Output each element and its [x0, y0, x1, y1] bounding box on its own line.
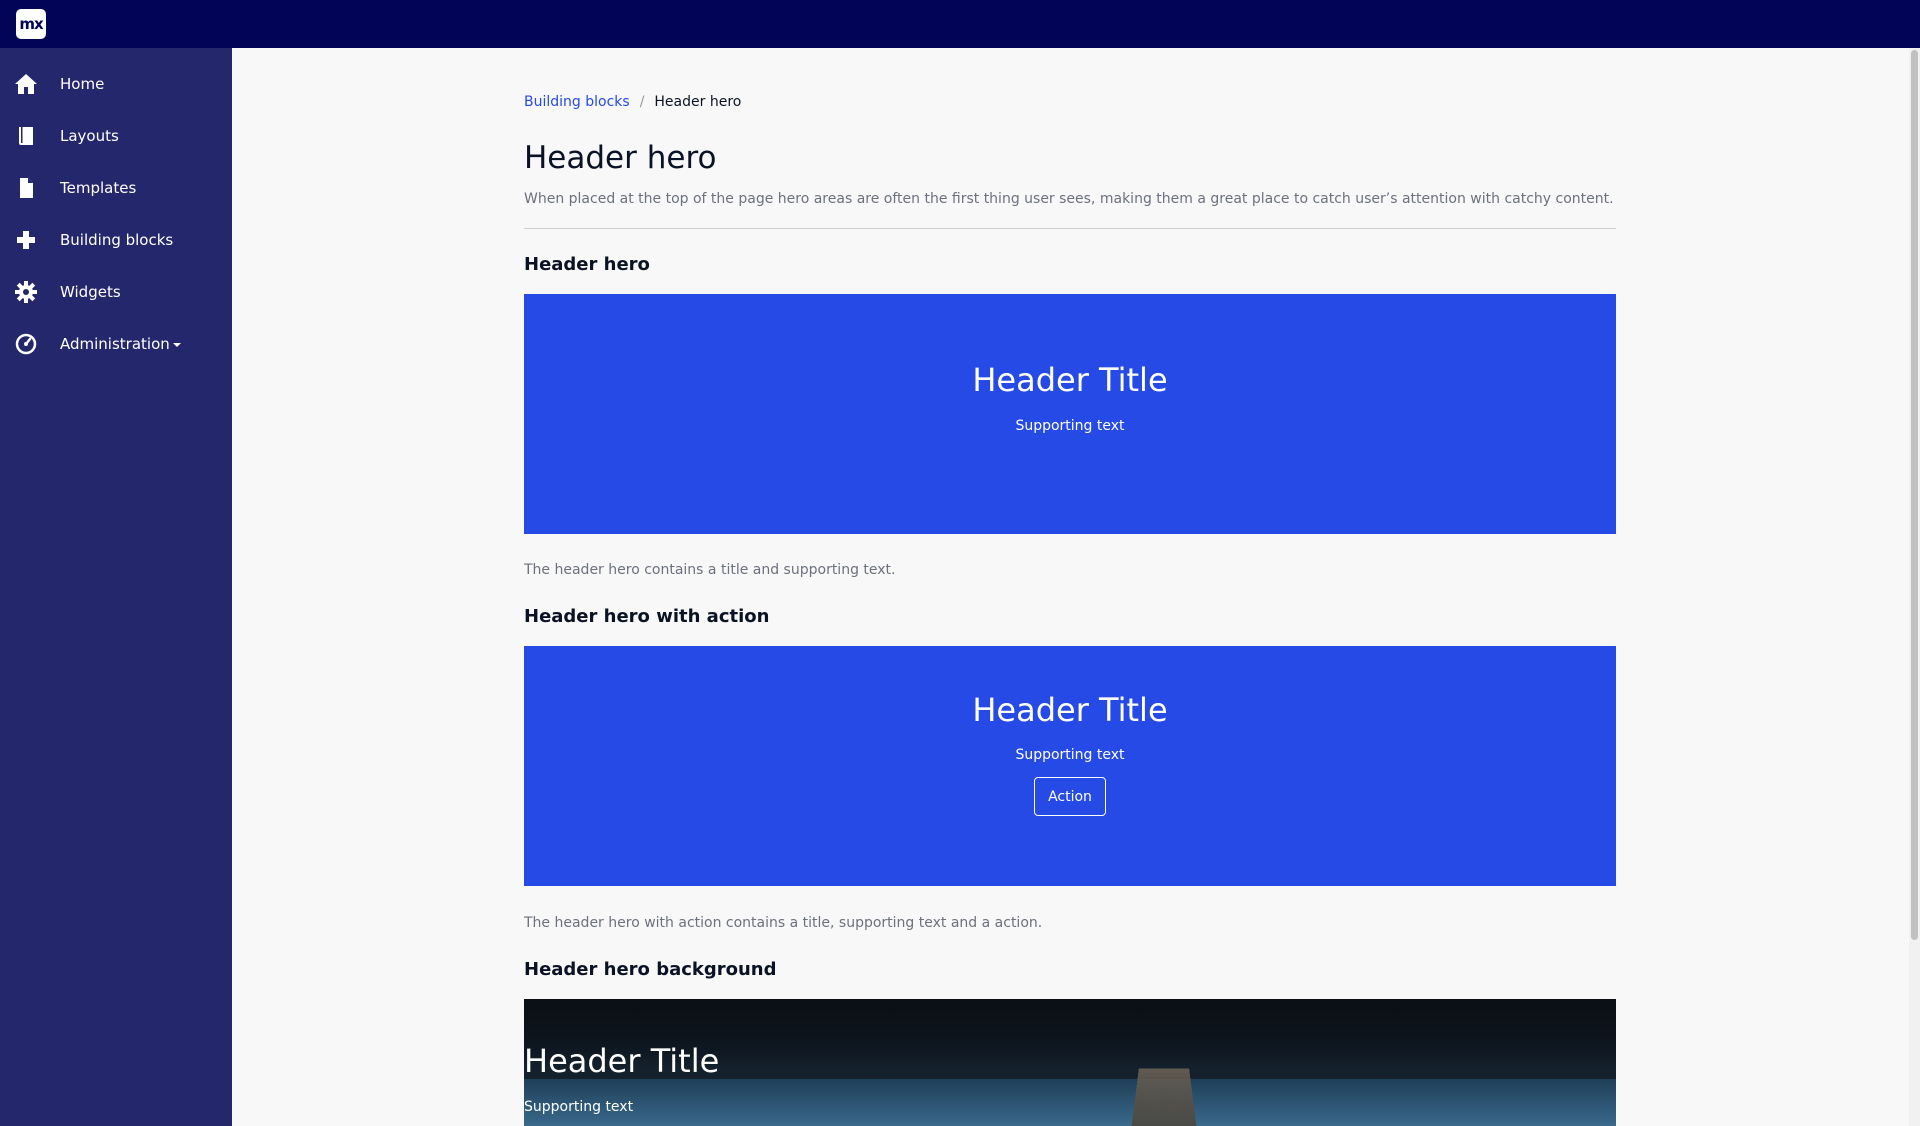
- sidebar: Home Layouts Templates Building blocks W…: [0, 48, 232, 1126]
- sidebar-item-label: Templates: [60, 179, 137, 197]
- header-hero: Header Title Supporting text: [524, 294, 1616, 534]
- breadcrumb-separator: /: [639, 94, 645, 110]
- hero-supporting-text: Supporting text: [1015, 747, 1125, 763]
- hero-supporting-text: Supporting text: [524, 1099, 634, 1115]
- breadcrumb-current: Header hero: [654, 94, 742, 110]
- section-description: The header hero with action contains a t…: [524, 915, 1043, 931]
- sidebar-item-templates[interactable]: Templates: [0, 162, 232, 214]
- gear-icon: [15, 281, 37, 303]
- hero-supporting-text: Supporting text: [1015, 418, 1125, 434]
- breadcrumb: Building blocks / Header hero: [524, 94, 741, 110]
- sidebar-item-label: Building blocks: [60, 231, 174, 249]
- dashboard-icon: [15, 333, 37, 355]
- scrollbar-thumb[interactable]: [1911, 50, 1918, 940]
- hero-title: Header Title: [524, 1042, 720, 1080]
- sidebar-item-building-blocks[interactable]: Building blocks: [0, 214, 232, 266]
- top-bar: mx: [0, 0, 1920, 48]
- mendix-logo[interactable]: mx: [16, 9, 46, 39]
- sidebar-item-label: Administration: [60, 318, 181, 370]
- divider: [524, 228, 1616, 229]
- header-hero-with-action: Header Title Supporting text Action: [524, 646, 1616, 886]
- hero-title: Header Title: [972, 691, 1168, 729]
- sidebar-item-label: Layouts: [60, 127, 119, 145]
- section-title: Header hero: [524, 254, 650, 275]
- sidebar-item-widgets[interactable]: Widgets: [0, 266, 232, 318]
- sidebar-item-layouts[interactable]: Layouts: [0, 110, 232, 162]
- plus-icon: [17, 231, 35, 249]
- caret-down-icon: [172, 342, 181, 347]
- breadcrumb-link-building-blocks[interactable]: Building blocks: [524, 94, 630, 110]
- sidebar-item-administration[interactable]: Administration: [0, 318, 232, 370]
- hero-title: Header Title: [972, 361, 1168, 399]
- sidebar-item-label: Widgets: [60, 283, 121, 301]
- file-icon: [20, 178, 33, 198]
- action-button[interactable]: Action: [1034, 777, 1106, 816]
- section-title: Header hero background: [524, 959, 777, 980]
- page-description: When placed at the top of the page hero …: [524, 191, 1614, 207]
- header-hero-background: Header Title Supporting text: [524, 999, 1616, 1126]
- section-description: The header hero contains a title and sup…: [524, 562, 896, 578]
- page-title: Header hero: [524, 140, 717, 176]
- section-title: Header hero with action: [524, 606, 770, 627]
- sidebar-item-home[interactable]: Home: [0, 58, 232, 110]
- book-icon: [19, 127, 33, 145]
- main-content: Building blocks / Header hero Header hero …: [232, 48, 1909, 1126]
- home-icon: [15, 74, 37, 94]
- sidebar-item-label: Home: [60, 75, 105, 93]
